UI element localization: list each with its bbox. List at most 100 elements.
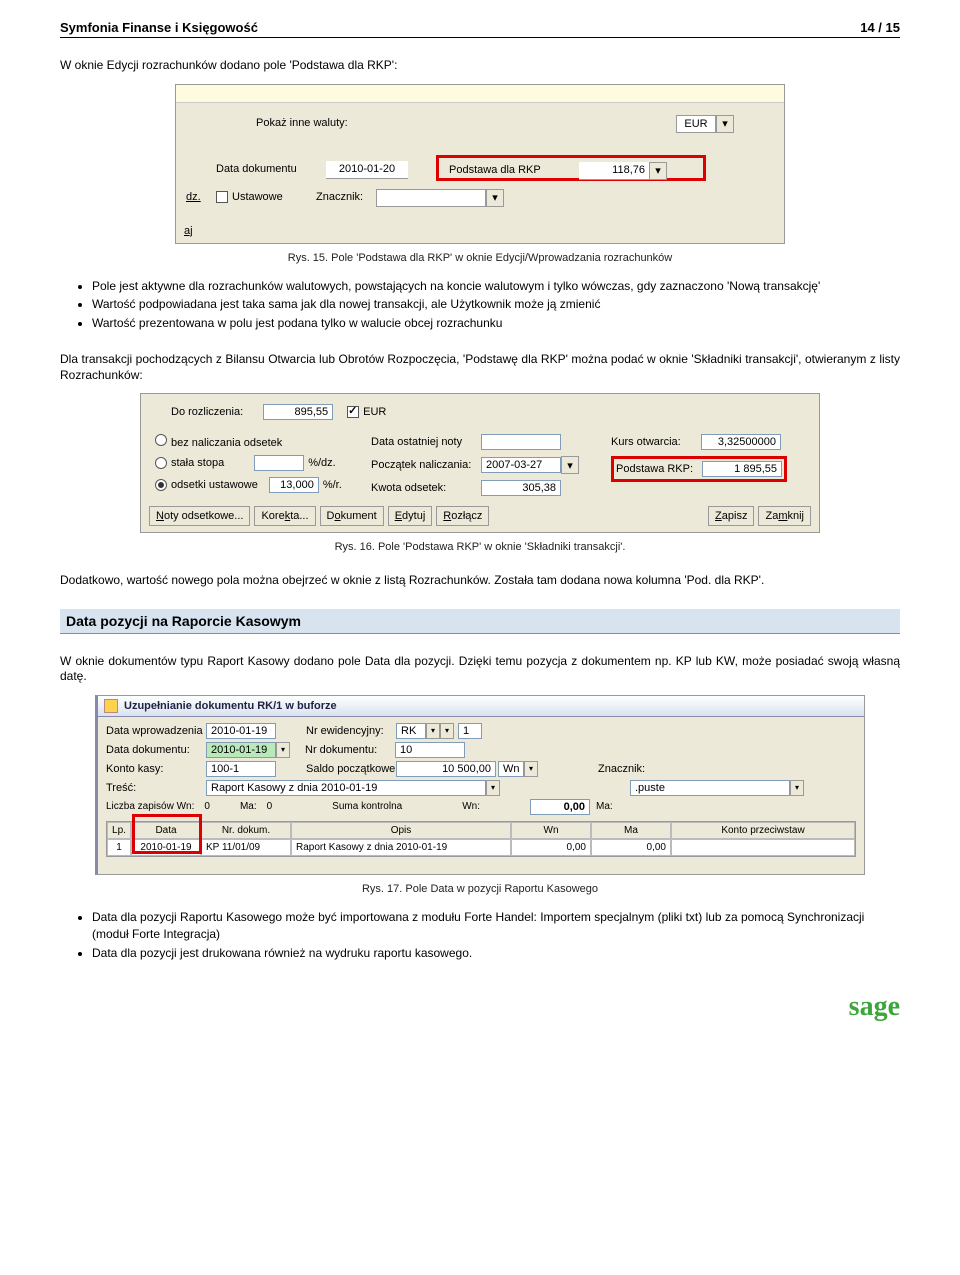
- ma-value: 0: [267, 801, 273, 812]
- col-ma: Ma: [591, 822, 671, 839]
- data-dok-value[interactable]: 2010-01-20: [326, 161, 408, 179]
- currency-dropdown-icon[interactable]: ▾: [716, 115, 734, 133]
- paragraph-3: Dodatkowo, wartość nowego pola można obe…: [60, 573, 900, 589]
- cell-lp: 1: [107, 839, 131, 856]
- suma-wn-value: 0,00: [530, 799, 590, 815]
- suma-ma-label: Ma:: [596, 801, 613, 812]
- kurs-otw-label: Kurs otwarcia:: [611, 436, 701, 448]
- kurs-otw-value: 3,32500000: [701, 434, 781, 450]
- pocz-nal-dropdown-icon[interactable]: ▾: [561, 456, 579, 474]
- highlight-red-box-3: [132, 814, 202, 854]
- nr-dok-value[interactable]: 10: [395, 742, 465, 758]
- bullet-list-1: Pole jest aktywne dla rozrachunków walut…: [92, 278, 900, 332]
- highlight-red-box: Podstawa dla RKP 118,76 ▾: [436, 155, 706, 181]
- bullet-item: Data dla pozycji Raportu Kasowego może b…: [92, 909, 900, 943]
- cell-ma: 0,00: [591, 839, 671, 856]
- caption-1: Rys. 15. Pole 'Podstawa dla RKP' w oknie…: [60, 252, 900, 264]
- data-dok-dropdown-icon[interactable]: ▾: [276, 742, 290, 758]
- data-ost-label: Data ostatniej noty: [371, 436, 481, 448]
- btn-edytuj[interactable]: Edytuj: [388, 506, 433, 526]
- znacznik-dropdown-icon[interactable]: ▾: [486, 189, 504, 207]
- sage-logo: sage: [60, 991, 900, 1023]
- radio-bez[interactable]: [155, 434, 167, 446]
- nr-ew-num[interactable]: 1: [458, 723, 482, 739]
- znacznik-label3: Znacznik:: [598, 763, 658, 775]
- podstawa-rkp-value[interactable]: 1 895,55: [702, 461, 782, 477]
- bullet-item: Pole jest aktywne dla rozrachunków walut…: [92, 278, 900, 295]
- kwota-ods-value: 305,38: [481, 480, 561, 496]
- caption-2: Rys. 16. Pole 'Podstawa RKP' w oknie 'Sk…: [60, 541, 900, 553]
- window-icon: [104, 699, 118, 713]
- znacznik-value3[interactable]: .puste: [630, 780, 790, 796]
- znacznik-dropdown3-icon[interactable]: ▾: [790, 780, 804, 796]
- radio-ustawowe-label: odsetki ustawowe: [171, 479, 258, 491]
- btn-zapisz[interactable]: Zapisz: [708, 506, 754, 526]
- pocz-nal-label: Początek naliczania:: [371, 459, 481, 471]
- saldo-pocz-value[interactable]: 10 500,00: [396, 761, 496, 777]
- eur-value: EUR: [676, 115, 716, 133]
- btn-dokument[interactable]: Dokument: [320, 506, 384, 526]
- konto-kasy-label: Konto kasy:: [106, 763, 206, 775]
- btn-korekta[interactable]: Korekta...: [254, 506, 315, 526]
- cell-konto: [671, 839, 855, 856]
- radio-ustawowe[interactable]: [155, 479, 167, 491]
- data-wprow-value[interactable]: 2010-01-19: [206, 723, 276, 739]
- eur-label: EUR: [363, 406, 386, 418]
- cell-wn: 0,00: [511, 839, 591, 856]
- wn-dropdown-icon[interactable]: ▾: [524, 761, 538, 777]
- radio-bez-label: bez naliczania odsetek: [171, 437, 282, 449]
- podstawa-dropdown-icon[interactable]: ▾: [649, 162, 667, 180]
- ustawowe-checkbox[interactable]: [216, 191, 228, 203]
- caption-3: Rys. 17. Pole Data w pozycji Raportu Kas…: [60, 883, 900, 895]
- intro-paragraph-1: W oknie Edycji rozrachunków dodano pole …: [60, 58, 900, 74]
- data-ost-value[interactable]: [481, 434, 561, 450]
- bullet-item: Wartość podpowiadana jest taka sama jak …: [92, 296, 900, 313]
- podstawa-rkp-label: Podstawa RKP:: [616, 463, 702, 475]
- cell-nrdokum: KP 11/01/09: [201, 839, 291, 856]
- bullet-item: Wartość prezentowana w polu jest podana …: [92, 315, 900, 332]
- suma-k-label: Suma kontrolna: [332, 801, 402, 812]
- do-rozliczenia-label: Do rozliczenia:: [171, 406, 243, 418]
- window-title: Uzupełnianie dokumentu RK/1 w buforze: [124, 700, 337, 712]
- znacznik-label: Znacznik:: [316, 191, 367, 203]
- pocz-nal-value[interactable]: 2007-03-27: [481, 457, 561, 473]
- podstawa-value[interactable]: 118,76: [579, 162, 649, 180]
- btn-zamknij[interactable]: Zamknij: [758, 506, 811, 526]
- pc-r-label: %/r.: [323, 479, 342, 491]
- eur-checkbox[interactable]: [347, 406, 359, 418]
- col-lp: Lp.: [107, 822, 131, 839]
- kwota-ods-label: Kwota odsetek:: [371, 482, 481, 494]
- stala-input[interactable]: [254, 455, 304, 471]
- yellow-band: [176, 85, 784, 103]
- screenshot-1: Pokaż inne waluty: EUR ▾ Data dokumentu …: [175, 84, 785, 244]
- btn-rozlacz[interactable]: Rozłącz: [436, 506, 489, 526]
- nr-ew-sel[interactable]: RK: [396, 723, 426, 739]
- tresc-value[interactable]: Raport Kasowy z dnia 2010-01-19: [206, 780, 486, 796]
- radio-stala[interactable]: [155, 457, 167, 469]
- bullet-list-2: Data dla pozycji Raportu Kasowego może b…: [92, 909, 900, 961]
- btn-noty[interactable]: NNoty odsetkowe...oty odsetkowe...: [149, 506, 250, 526]
- col-opis: Opis: [291, 822, 511, 839]
- data-dok-value3[interactable]: 2010-01-19: [206, 742, 276, 758]
- ustawowe-label: Ustawowe: [232, 191, 287, 203]
- doc-header-title: Symfonia Finanse i Księgowość: [60, 20, 258, 35]
- nr-ew-f-dropdown-icon[interactable]: ▾: [440, 723, 454, 739]
- konto-kasy-value[interactable]: 100-1: [206, 761, 276, 777]
- screenshot-3: Uzupełnianie dokumentu RK/1 w buforze Da…: [95, 695, 865, 875]
- screenshot-2: Do rozliczenia: 895,55 EUR bez naliczani…: [140, 393, 820, 533]
- pc-dz-label: %/dz.: [308, 457, 336, 469]
- wn-label: Wn: [498, 761, 524, 777]
- liczba-value: 0: [204, 801, 210, 812]
- paragraph-4: W oknie dokumentów typu Raport Kasowy do…: [60, 654, 900, 685]
- data-wprow-label: Data wprowadzenia: [106, 725, 206, 737]
- znacznik-input[interactable]: [376, 189, 486, 207]
- tresc-dropdown-icon[interactable]: ▾: [486, 780, 500, 796]
- table-row[interactable]: 1 2010-01-19 KP 11/01/09 Raport Kasowy z…: [107, 839, 855, 856]
- nr-ew-sel-dropdown-icon[interactable]: ▾: [426, 723, 440, 739]
- pokaz-inne-label: Pokaż inne waluty:: [256, 117, 352, 129]
- nr-dok-label: Nr dokumentu:: [305, 744, 395, 756]
- podstawa-label: Podstawa dla RKP: [449, 164, 545, 176]
- intro-paragraph-2: Dla transakcji pochodzących z Bilansu Ot…: [60, 352, 900, 383]
- dz-label: dz.: [186, 191, 205, 203]
- data-dok-label3: Data dokumentu:: [106, 744, 206, 756]
